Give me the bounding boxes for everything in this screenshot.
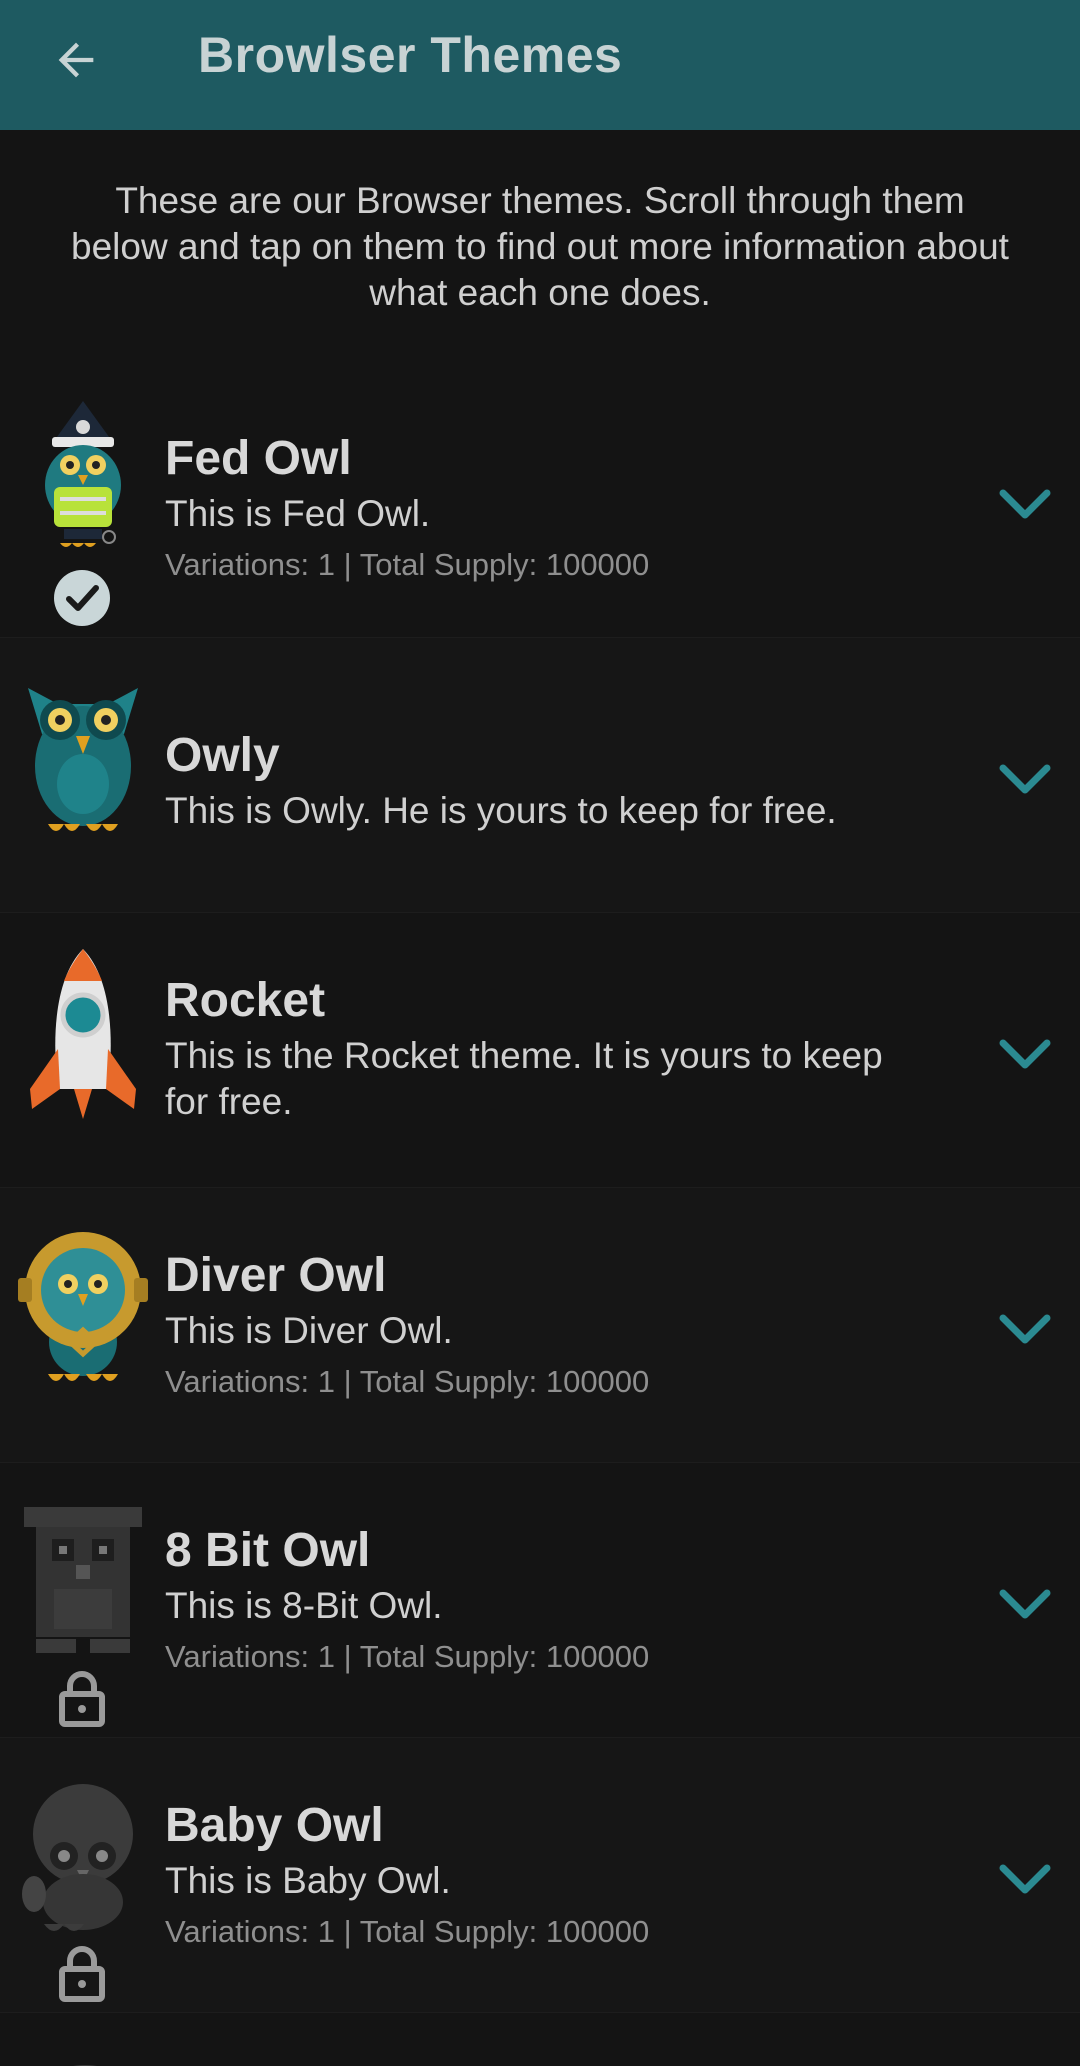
theme-row-8-bit-owl[interactable]: 8 Bit Owl This is 8-Bit Owl. Variations:… <box>0 1463 1080 1738</box>
theme-meta: Variations: 1 | Total Supply: 100000 <box>165 547 650 582</box>
chevron-down-icon[interactable] <box>995 1860 1055 1900</box>
theme-name: Owly <box>165 729 280 782</box>
baby-owl-image <box>22 1784 133 1931</box>
theme-row-fed-owl[interactable]: Fed Owl This is Fed Owl. Variations: 1 |… <box>0 363 1080 638</box>
theme-row-owly[interactable]: Owly This is Owly. He is yours to keep f… <box>0 638 1080 913</box>
page-title: Browlser Themes <box>198 27 623 83</box>
theme-name: Baby Owl <box>165 1799 384 1852</box>
theme-row-next[interactable] <box>0 2013 1080 2066</box>
theme-name: 8 Bit Owl <box>165 1524 371 1577</box>
selected-check-icon <box>54 570 110 626</box>
theme-row-rocket[interactable]: Rocket This is the Rocket theme. It is y… <box>0 913 1080 1188</box>
theme-meta: Variations: 1 | Total Supply: 100000 <box>165 1914 650 1949</box>
theme-meta: Variations: 1 | Total Supply: 100000 <box>165 1364 650 1399</box>
theme-description: This is 8-Bit Owl. <box>165 1585 443 1626</box>
theme-name: Rocket <box>165 974 326 1027</box>
app-bar: Browlser Themes <box>0 0 1080 130</box>
theme-row-baby-owl[interactable]: Baby Owl This is Baby Owl. Variations: 1… <box>0 1738 1080 2013</box>
next-theme-image <box>73 2065 97 2066</box>
chevron-down-icon[interactable] <box>995 485 1055 525</box>
chevron-down-icon[interactable] <box>995 760 1055 800</box>
theme-description: This is Fed Owl. <box>165 493 431 534</box>
theme-name: Fed Owl <box>165 432 352 485</box>
owly-image <box>28 688 138 831</box>
back-button[interactable] <box>44 28 108 92</box>
diver-owl-image <box>18 1232 148 1381</box>
intro-text: These are our Browser themes. Scroll thr… <box>71 180 1009 313</box>
theme-meta: Variations: 1 | Total Supply: 100000 <box>165 1639 650 1674</box>
chevron-down-icon[interactable] <box>995 1035 1055 1075</box>
chevron-down-icon[interactable] <box>995 1310 1055 1350</box>
theme-description: This is the Rocket theme. It is yours to… <box>165 1035 883 1122</box>
fed-owl-image <box>45 401 121 547</box>
theme-row-diver-owl[interactable]: Diver Owl This is Diver Owl. Variations:… <box>0 1188 1080 1463</box>
theme-name: Diver Owl <box>165 1249 387 1302</box>
theme-description: This is Diver Owl. <box>165 1310 453 1351</box>
lock-icon <box>59 1946 105 2002</box>
theme-description: This is Owly. He is yours to keep for fr… <box>165 790 837 831</box>
8-bit-owl-image <box>24 1507 142 1653</box>
theme-description: This is Baby Owl. <box>165 1860 451 1901</box>
arrow-left-icon <box>58 42 94 78</box>
lock-icon <box>59 1671 105 1727</box>
rocket-image <box>30 949 136 1119</box>
chevron-down-icon[interactable] <box>995 1585 1055 1625</box>
